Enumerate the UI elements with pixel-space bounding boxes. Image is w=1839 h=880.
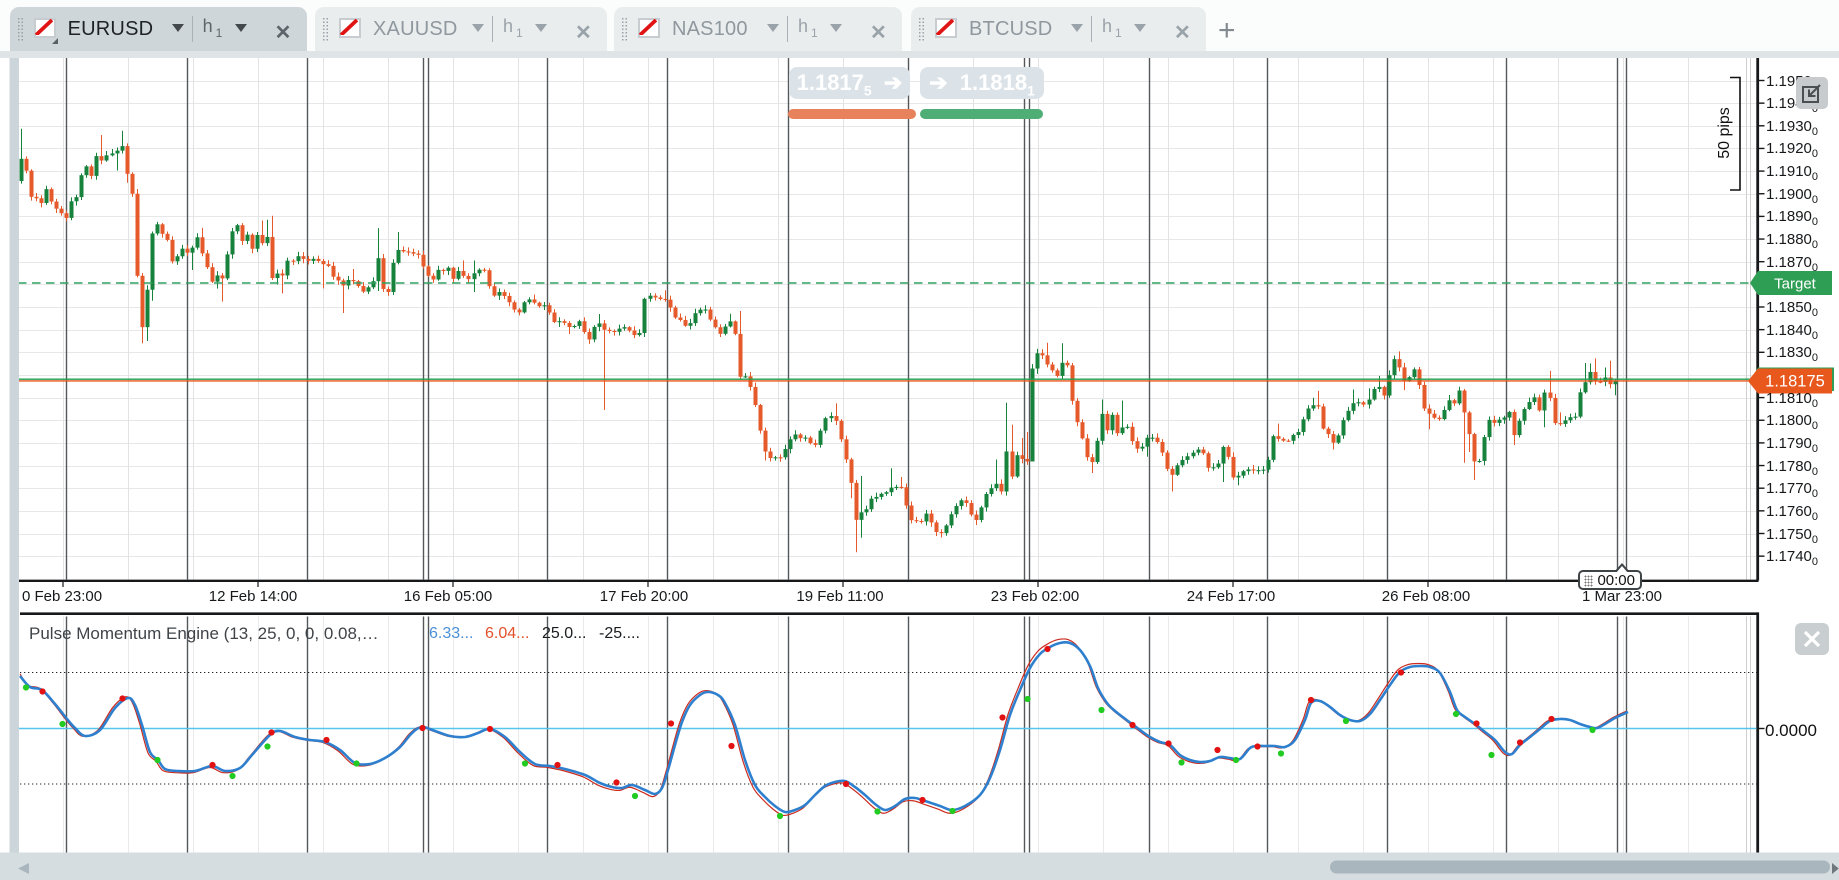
svg-text:Target: Target — [1774, 276, 1817, 293]
svg-text:1.18175: 1.18175 — [1765, 373, 1825, 391]
